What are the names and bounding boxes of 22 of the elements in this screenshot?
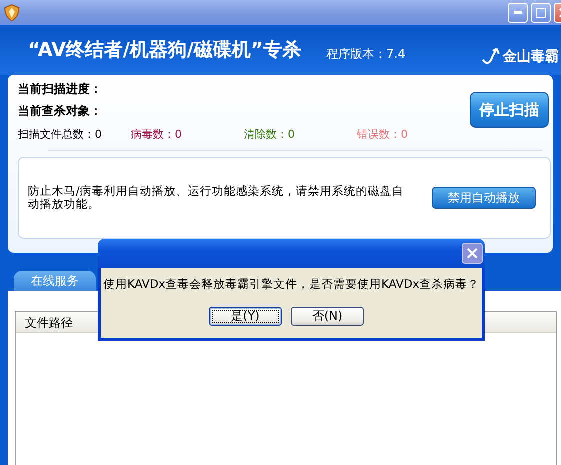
counter-label: 错误数：0 <box>357 127 409 142</box>
close-icon <box>467 248 478 259</box>
progress-label: 当前扫描进度： <box>18 81 103 97</box>
column-header[interactable]: 文件路径 <box>16 312 82 332</box>
stop-scan-button[interactable]: 停止扫描 <box>470 92 549 128</box>
counter-label: 清除数：0 <box>244 127 296 142</box>
counter-label: 扫描文件总数：0 <box>18 127 103 142</box>
dialog-button[interactable]: 是(Y) <box>209 307 282 326</box>
target-label: 当前查杀对象： <box>18 103 103 119</box>
maximize-button[interactable] <box>531 2 551 22</box>
counter-label: 病毒数：0 <box>131 127 183 142</box>
minimize-button[interactable] <box>508 2 528 22</box>
app-title: “AV终结者/机器狗/磁碟机”专杀 <box>28 38 302 63</box>
version-label: 程序版本：7.4 <box>326 46 406 62</box>
autoplay-message: 防止木马/病毒利用自动播放、运行功能感染系统，请禁用系统的磁盘自动播放功能。 <box>28 185 405 211</box>
maximize-icon <box>536 8 546 18</box>
dialog-button[interactable]: 否(N) <box>291 307 364 326</box>
logo-text: 金山毒霸 <box>503 48 559 66</box>
dialog-message: 使用KAVDx查毒会释放毒霸引擎文件，是否需要使用KAVDx查杀病毒？ <box>102 277 480 292</box>
minimize-icon <box>514 10 522 14</box>
dialog-close-button[interactable] <box>462 243 483 264</box>
shield-icon <box>3 4 21 22</box>
